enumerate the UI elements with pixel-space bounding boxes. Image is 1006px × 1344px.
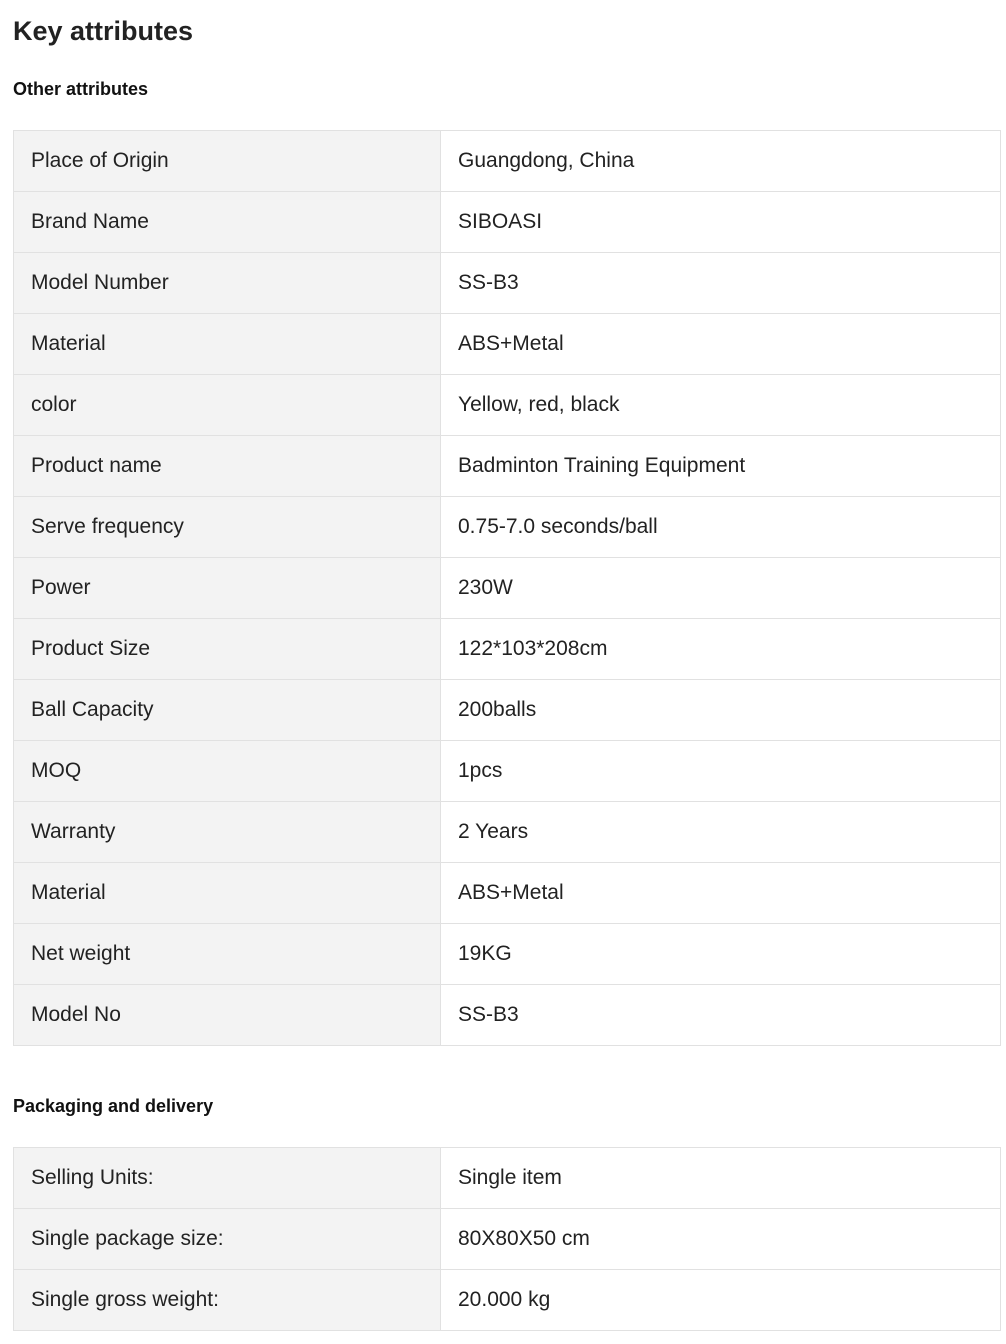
attribute-name: Model No	[13, 984, 441, 1046]
attribute-value: 122*103*208cm	[440, 618, 1001, 680]
table-row: Selling Units: Single item	[13, 1147, 1001, 1209]
table-row: Model Number SS-B3	[13, 252, 1001, 314]
attribute-value: 200balls	[440, 679, 1001, 741]
attribute-value: SS-B3	[440, 252, 1001, 314]
attribute-value: Guangdong, China	[440, 130, 1001, 192]
table-row: Material ABS+Metal	[13, 313, 1001, 375]
table-row: MOQ 1pcs	[13, 740, 1001, 802]
table-row: color Yellow, red, black	[13, 374, 1001, 436]
attribute-value: 230W	[440, 557, 1001, 619]
table-row: Serve frequency 0.75-7.0 seconds/ball	[13, 496, 1001, 558]
table-row: Place of Origin Guangdong, China	[13, 130, 1001, 192]
attribute-value: SS-B3	[440, 984, 1001, 1046]
attribute-value: ABS+Metal	[440, 862, 1001, 924]
table-row: Ball Capacity 200balls	[13, 679, 1001, 741]
attribute-name: Product name	[13, 435, 441, 497]
table-row: Brand Name SIBOASI	[13, 191, 1001, 253]
attribute-name: Net weight	[13, 923, 441, 985]
section-title-other-attributes: Other attributes	[13, 79, 149, 99]
attribute-name: Selling Units:	[13, 1147, 441, 1209]
attribute-name: Material	[13, 313, 441, 375]
attribute-name: Brand Name	[13, 191, 441, 253]
attribute-value: ABS+Metal	[440, 313, 1001, 375]
other-attributes-table: Place of Origin Guangdong, China Brand N…	[13, 130, 1001, 1046]
attribute-value: Badminton Training Equipment	[440, 435, 1001, 497]
attribute-value: Yellow, red, black	[440, 374, 1001, 436]
table-row: Product name Badminton Training Equipmen…	[13, 435, 1001, 497]
attribute-name: Warranty	[13, 801, 441, 863]
page-title: Key attributes	[13, 16, 194, 46]
attribute-name: Material	[13, 862, 441, 924]
attribute-name: color	[13, 374, 441, 436]
attribute-value: Single item	[440, 1147, 1001, 1209]
table-row: Single gross weight: 20.000 kg	[13, 1269, 1001, 1331]
attribute-name: Ball Capacity	[13, 679, 441, 741]
table-row: Net weight 19KG	[13, 923, 1001, 985]
table-row: Warranty 2 Years	[13, 801, 1001, 863]
attribute-name: Power	[13, 557, 441, 619]
attribute-name: Single gross weight:	[13, 1269, 441, 1331]
attribute-value: 20.000 kg	[440, 1269, 1001, 1331]
table-row: Product Size 122*103*208cm	[13, 618, 1001, 680]
table-row: Material ABS+Metal	[13, 862, 1001, 924]
attribute-name: Single package size:	[13, 1208, 441, 1270]
attribute-name: Serve frequency	[13, 496, 441, 558]
attribute-name: Model Number	[13, 252, 441, 314]
attribute-value: SIBOASI	[440, 191, 1001, 253]
table-row: Single package size: 80X80X50 cm	[13, 1208, 1001, 1270]
packaging-delivery-table: Selling Units: Single item Single packag…	[13, 1147, 1001, 1331]
attribute-value: 80X80X50 cm	[440, 1208, 1001, 1270]
attribute-name: Place of Origin	[13, 130, 441, 192]
section-title-packaging-delivery: Packaging and delivery	[13, 1096, 214, 1116]
attribute-value: 19KG	[440, 923, 1001, 985]
attribute-value: 2 Years	[440, 801, 1001, 863]
attribute-name: MOQ	[13, 740, 441, 802]
attribute-name: Product Size	[13, 618, 441, 680]
table-row: Power 230W	[13, 557, 1001, 619]
attribute-value: 0.75-7.0 seconds/ball	[440, 496, 1001, 558]
attribute-value: 1pcs	[440, 740, 1001, 802]
table-row: Model No SS-B3	[13, 984, 1001, 1046]
